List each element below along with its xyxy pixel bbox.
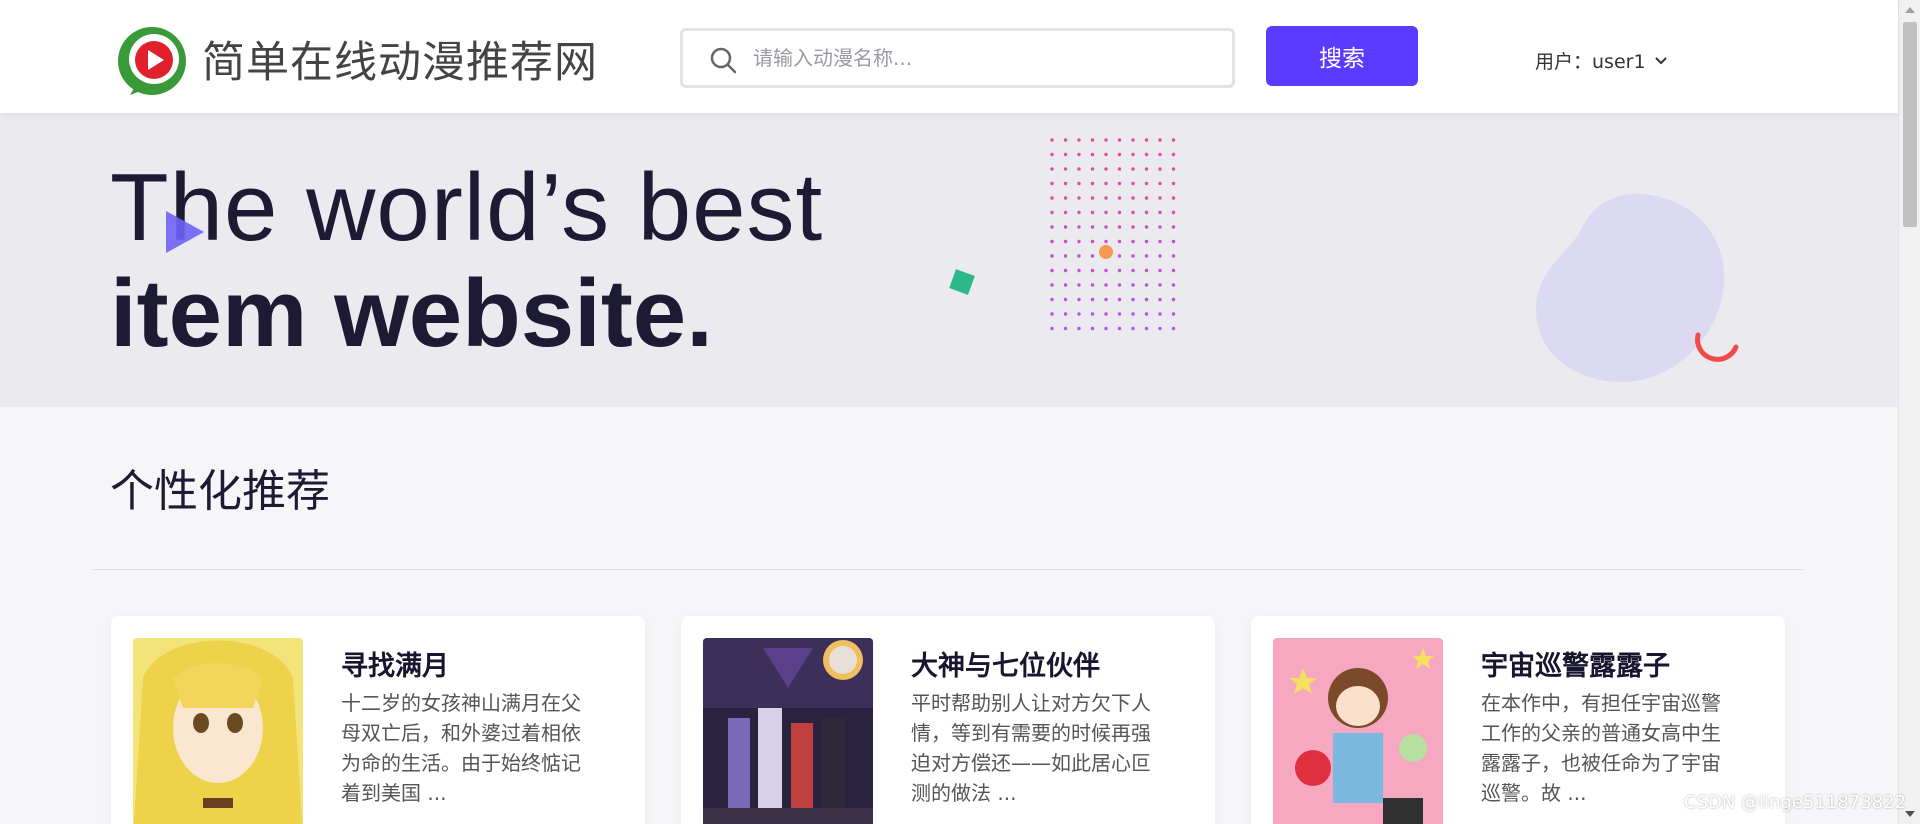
anime-description: 十二岁的女孩神山满月在父母双亡后，和外婆过着相依为命的生活。由于始终惦记着到美国… [341, 691, 581, 805]
search-icon [710, 47, 737, 74]
dot-grid-pattern [1050, 138, 1176, 331]
logo-icon[interactable] [116, 25, 188, 97]
chevron-down-icon [1654, 57, 1667, 65]
divider [93, 569, 1803, 570]
site-title[interactable]: 简单在线动漫推荐网 [202, 28, 598, 90]
scrollbar-thumb[interactable] [1903, 22, 1917, 227]
search-input[interactable] [753, 39, 1213, 77]
section-title: 个性化推荐 [110, 466, 330, 517]
anime-description: 在本作中，有担任宇宙巡警工作的父亲的普通女高中生露露子，也被任命为了宇宙巡警。故… [1481, 691, 1721, 805]
anime-cover-image[interactable] [703, 638, 873, 824]
hero-banner: The world’s best item website. [0, 113, 1898, 407]
vertical-scrollbar[interactable] [1898, 0, 1920, 824]
anime-title[interactable]: 大神与七位伙伴 [911, 644, 1100, 683]
search-button[interactable]: 搜索 [1266, 26, 1418, 86]
user-label: 用户：user1 [1535, 50, 1646, 73]
triangle-shape [166, 211, 204, 253]
hero-headline: The world’s best [110, 154, 824, 261]
arc-shape [1695, 332, 1739, 362]
orange-dot [1099, 245, 1113, 259]
anime-title[interactable]: 宇宙巡警露露子 [1481, 644, 1670, 683]
header: 简单在线动漫推荐网 搜索 用户：user1 [0, 0, 1898, 113]
user-menu[interactable]: 用户：user1 [1535, 46, 1670, 74]
watermark-text: CSDN @linge511873822 [1684, 792, 1907, 813]
scroll-up-arrow-icon[interactable] [1904, 5, 1916, 15]
anime-title[interactable]: 寻找满月 [341, 644, 449, 683]
anime-card[interactable]: 大神与七位伙伴 平时帮助别人让对方欠下人情，等到有需要的时候再强迫对方偿还——如… [681, 616, 1215, 824]
diamond-shape [949, 269, 975, 295]
anime-description: 平时帮助别人让对方欠下人情，等到有需要的时候再强迫对方偿还——如此居心叵测的做法… [911, 691, 1151, 805]
anime-card[interactable]: 寻找满月 十二岁的女孩神山满月在父母双亡后，和外婆过着相依为命的生活。由于始终惦… [111, 616, 645, 824]
anime-cover-image[interactable] [133, 638, 303, 824]
anime-cover-image[interactable] [1273, 638, 1443, 824]
search-box[interactable] [680, 28, 1235, 88]
hero-headline-bold: item website. [110, 260, 713, 367]
